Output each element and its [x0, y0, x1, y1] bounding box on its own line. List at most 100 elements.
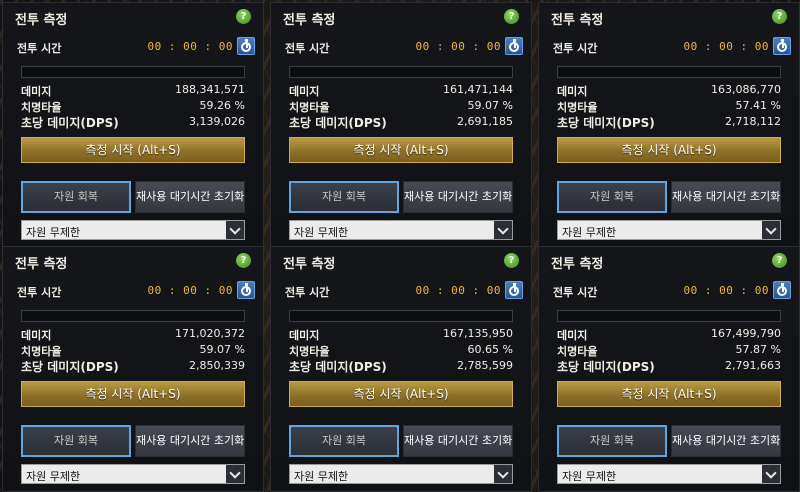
resource-recover-button[interactable]: 자원 회복	[557, 425, 667, 457]
help-icon[interactable]: ?	[772, 9, 787, 24]
damage-label: 데미지	[557, 329, 588, 342]
start-measure-button[interactable]: 측정 시작 (Alt+S)	[21, 137, 245, 163]
resource-mode-value: 자원 무제한	[294, 226, 349, 239]
cooldown-reset-button[interactable]: 재사용 대기시간 초기화	[403, 425, 513, 457]
damage-label: 데미지	[21, 85, 52, 98]
title-bar: 전투 측정 ?	[3, 3, 263, 33]
stopwatch-icon[interactable]	[237, 37, 255, 55]
combat-meter-panel: 전투 측정 ? 전투 시간 00 : 00 : 00 데미지 171,020,3…	[2, 246, 264, 492]
dps-value: 2,850,339	[189, 359, 245, 372]
help-icon[interactable]: ?	[504, 253, 519, 268]
crit-rate-label: 치명타율	[557, 101, 598, 114]
resource-mode-select[interactable]: 자원 무제한	[557, 464, 781, 484]
cooldown-reset-button[interactable]: 재사용 대기시간 초기화	[403, 181, 513, 213]
combat-time-label: 전투 시간	[17, 42, 62, 55]
title-bar: 전투 측정 ?	[539, 247, 799, 277]
help-icon[interactable]: ?	[504, 9, 519, 24]
crit-rate-row: 치명타율 59.07 %	[21, 342, 245, 358]
resource-mode-value: 자원 무제한	[26, 470, 81, 483]
stopwatch-icon[interactable]	[505, 37, 523, 55]
crit-rate-row: 치명타율 59.07 %	[289, 98, 513, 114]
help-icon[interactable]: ?	[236, 253, 251, 268]
resource-mode-select[interactable]: 자원 무제한	[289, 464, 513, 484]
resource-mode-value: 자원 무제한	[294, 470, 349, 483]
panel-title: 전투 측정	[283, 13, 336, 28]
start-measure-button[interactable]: 측정 시작 (Alt+S)	[557, 381, 781, 407]
stats-list: 데미지 161,471,144 치명타율 59.07 % 초당 데미지(DPS)…	[289, 82, 513, 130]
combat-time-value: 00 : 00 : 00	[415, 40, 501, 53]
crit-rate-row: 치명타율 57.41 %	[557, 98, 781, 114]
stopwatch-icon[interactable]	[237, 281, 255, 299]
damage-row: 데미지 171,020,372	[21, 326, 245, 342]
combat-progress-bar	[289, 66, 513, 78]
combat-meter-panel: 전투 측정 ? 전투 시간 00 : 00 : 00 데미지 161,471,1…	[270, 2, 532, 248]
cooldown-reset-button[interactable]: 재사용 대기시간 초기화	[135, 425, 245, 457]
start-measure-button[interactable]: 측정 시작 (Alt+S)	[289, 137, 513, 163]
stopwatch-icon[interactable]	[773, 281, 791, 299]
combat-time-row: 전투 시간 00 : 00 : 00	[11, 280, 255, 302]
combat-time-value: 00 : 00 : 00	[147, 40, 233, 53]
damage-row: 데미지 167,135,950	[289, 326, 513, 342]
resource-recover-button[interactable]: 자원 회복	[289, 425, 399, 457]
combat-meter-panel: 전투 측정 ? 전투 시간 00 : 00 : 00 데미지 163,086,7…	[538, 2, 800, 248]
combat-time-row: 전투 시간 00 : 00 : 00	[547, 280, 791, 302]
resource-recover-button[interactable]: 자원 회복	[557, 181, 667, 213]
combat-progress-bar	[21, 310, 245, 322]
resource-mode-value: 자원 무제한	[562, 470, 617, 483]
dps-row: 초당 데미지(DPS) 2,785,599	[289, 358, 513, 374]
stopwatch-icon[interactable]	[505, 281, 523, 299]
panel-title: 전투 측정	[15, 257, 68, 272]
crit-rate-value: 60.65 %	[467, 343, 513, 356]
panel-title: 전투 측정	[283, 257, 336, 272]
chevron-down-icon[interactable]	[762, 221, 780, 239]
damage-label: 데미지	[21, 329, 52, 342]
cooldown-reset-button[interactable]: 재사용 대기시간 초기화	[671, 181, 781, 213]
cooldown-reset-button[interactable]: 재사용 대기시간 초기화	[135, 181, 245, 213]
combat-time-row: 전투 시간 00 : 00 : 00	[547, 36, 791, 58]
chevron-down-icon[interactable]	[494, 221, 512, 239]
damage-value: 167,135,950	[443, 327, 513, 340]
damage-row: 데미지 163,086,770	[557, 82, 781, 98]
damage-row: 데미지 167,499,790	[557, 326, 781, 342]
start-measure-button[interactable]: 측정 시작 (Alt+S)	[557, 137, 781, 163]
combat-time-row: 전투 시간 00 : 00 : 00	[11, 36, 255, 58]
combat-time-row: 전투 시간 00 : 00 : 00	[279, 36, 523, 58]
chevron-down-icon[interactable]	[226, 221, 244, 239]
combat-time-value: 00 : 00 : 00	[415, 284, 501, 297]
resource-mode-select[interactable]: 자원 무제한	[557, 220, 781, 240]
start-measure-button[interactable]: 측정 시작 (Alt+S)	[289, 381, 513, 407]
resource-recover-button[interactable]: 자원 회복	[289, 181, 399, 213]
crit-rate-label: 치명타율	[21, 101, 62, 114]
crit-rate-value: 57.41 %	[735, 99, 781, 112]
help-icon[interactable]: ?	[236, 9, 251, 24]
resource-mode-select[interactable]: 자원 무제한	[21, 464, 245, 484]
dps-row: 초당 데미지(DPS) 2,791,663	[557, 358, 781, 374]
damage-label: 데미지	[557, 85, 588, 98]
resource-mode-select[interactable]: 자원 무제한	[289, 220, 513, 240]
dps-value: 2,791,663	[725, 359, 781, 372]
chevron-down-icon[interactable]	[226, 465, 244, 483]
combat-time-value: 00 : 00 : 00	[683, 284, 769, 297]
panel-title: 전투 측정	[551, 13, 604, 28]
chevron-down-icon[interactable]	[494, 465, 512, 483]
panel-title: 전투 측정	[551, 257, 604, 272]
resource-mode-select[interactable]: 자원 무제한	[21, 220, 245, 240]
resource-recover-button[interactable]: 자원 회복	[21, 181, 131, 213]
crit-rate-label: 치명타율	[289, 345, 330, 358]
dps-label: 초당 데미지(DPS)	[289, 360, 387, 374]
crit-rate-value: 59.07 %	[199, 343, 245, 356]
damage-value: 163,086,770	[711, 83, 781, 96]
damage-label: 데미지	[289, 85, 320, 98]
resource-recover-button[interactable]: 자원 회복	[21, 425, 131, 457]
dps-value: 3,139,026	[189, 115, 245, 128]
help-icon[interactable]: ?	[772, 253, 787, 268]
cooldown-reset-button[interactable]: 재사용 대기시간 초기화	[671, 425, 781, 457]
stopwatch-icon[interactable]	[773, 37, 791, 55]
combat-time-label: 전투 시간	[17, 286, 62, 299]
crit-rate-value: 59.07 %	[467, 99, 513, 112]
combat-time-label: 전투 시간	[553, 42, 598, 55]
damage-value: 188,341,571	[175, 83, 245, 96]
chevron-down-icon[interactable]	[762, 465, 780, 483]
start-measure-button[interactable]: 측정 시작 (Alt+S)	[21, 381, 245, 407]
crit-rate-row: 치명타율 57.87 %	[557, 342, 781, 358]
